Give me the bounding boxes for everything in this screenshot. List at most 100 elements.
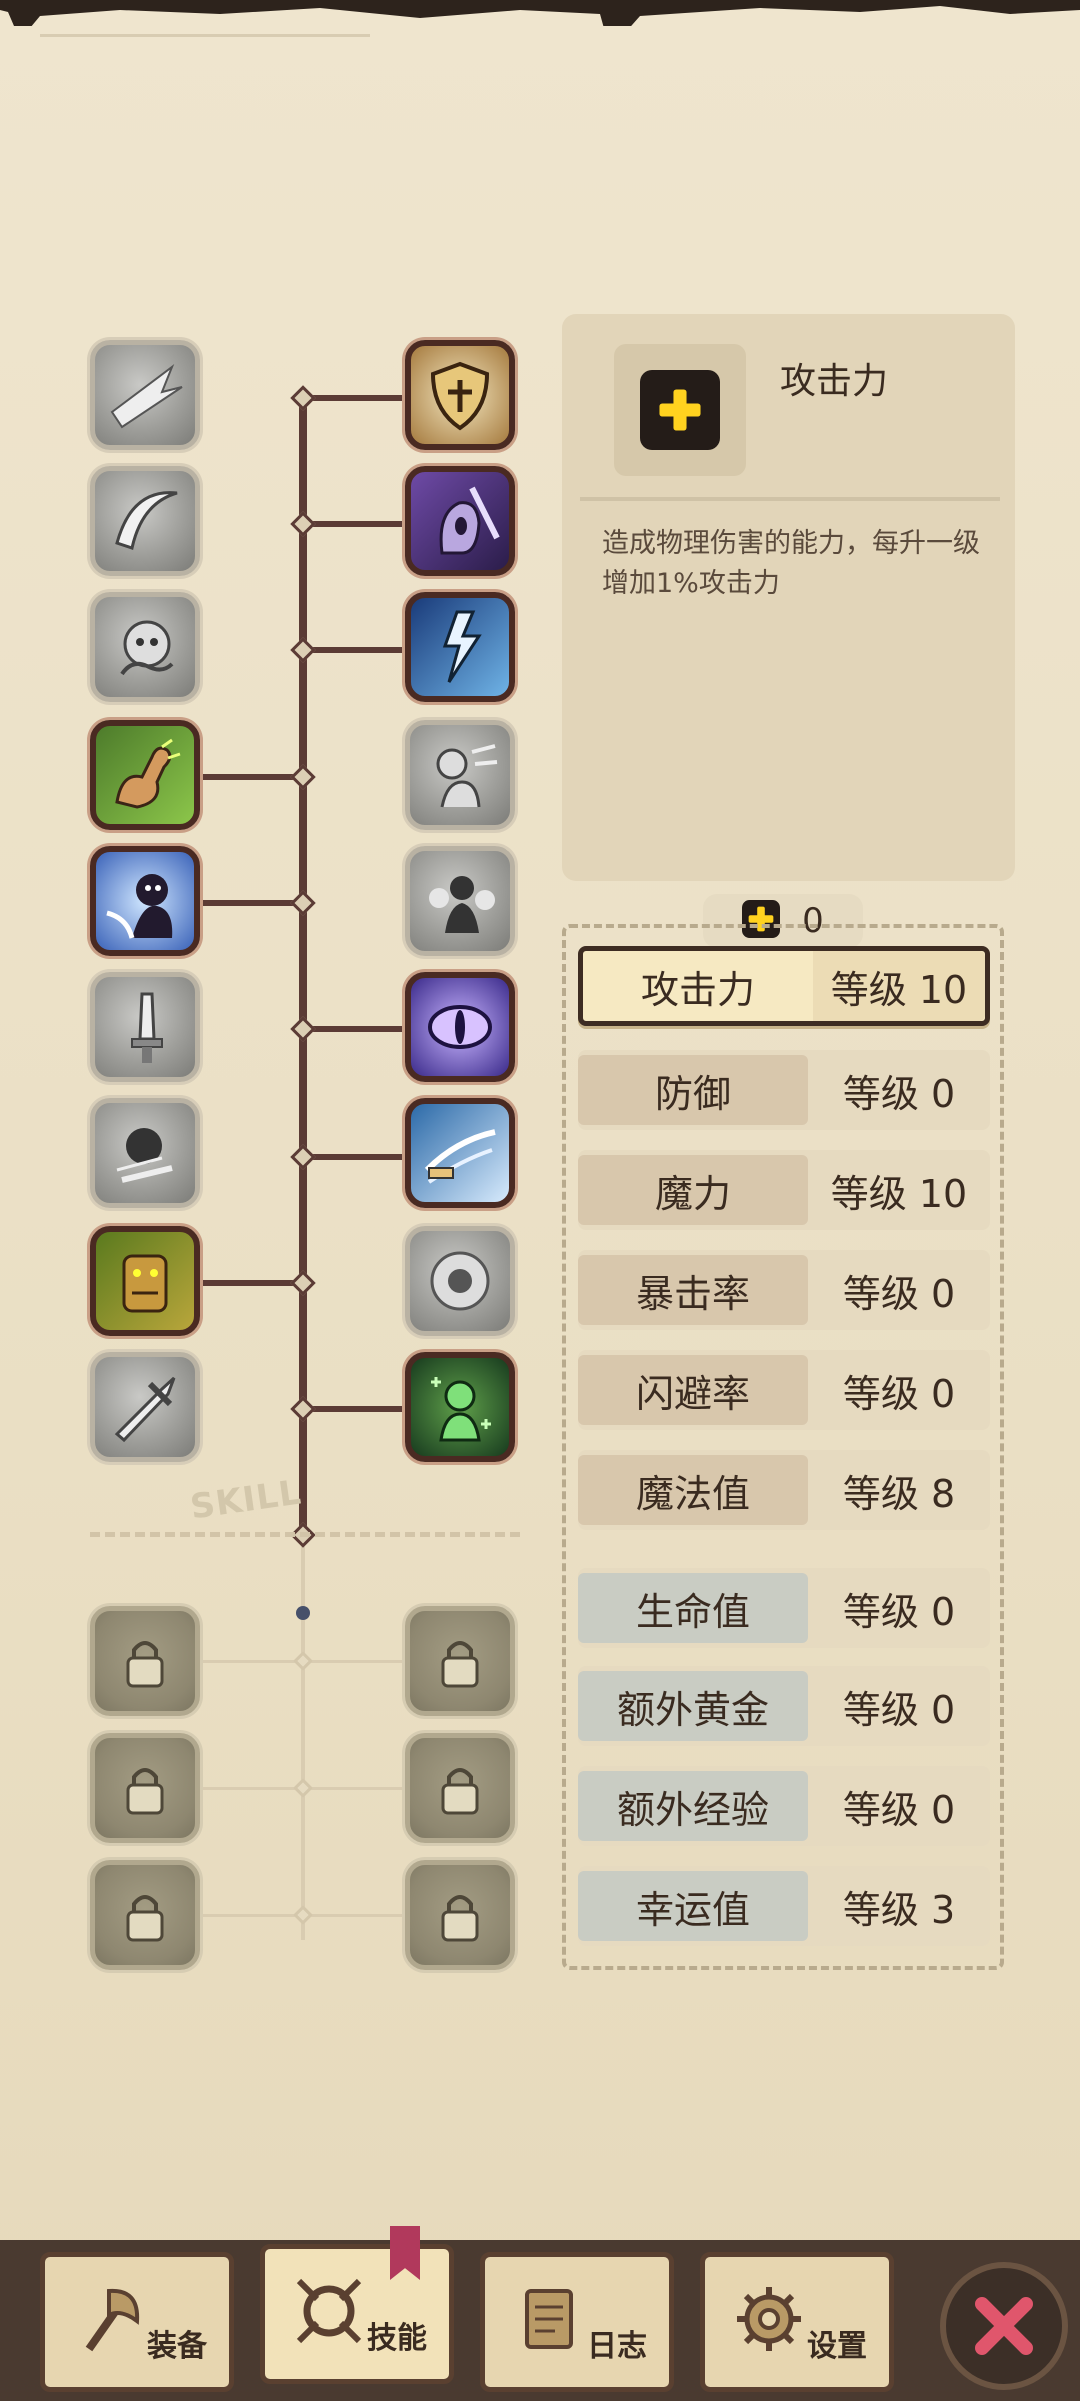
stat-level: 等级 0	[842, 1687, 956, 1732]
skill-sword[interactable]	[90, 1352, 200, 1462]
stat-row-dodge[interactable]: 闪避率 等级 0	[578, 1350, 990, 1430]
stat-name: 额外经验	[578, 1771, 808, 1841]
stat-row-defense[interactable]: 防御 等级 0	[578, 1050, 990, 1130]
skill-strength[interactable]	[90, 720, 200, 830]
slash-icon	[110, 364, 183, 429]
skill-locked[interactable]	[405, 1733, 515, 1843]
skill-emblem-icon	[296, 2278, 362, 2344]
skill-healing[interactable]	[405, 1352, 515, 1462]
stat-level: 等级 3	[842, 1887, 956, 1932]
skill-shadow[interactable]	[90, 846, 200, 956]
running-figure-icon	[116, 1128, 173, 1183]
skill-locked[interactable]	[90, 1606, 200, 1716]
skill-golem[interactable]	[90, 1226, 200, 1336]
stat-level: 等级 0	[842, 1787, 956, 1832]
stat-row-luck[interactable]: 幸运值 等级 3	[578, 1866, 990, 1946]
info-title: 攻击力	[780, 361, 889, 402]
crescent-icon	[115, 491, 178, 550]
tab-label: 装备	[147, 2329, 207, 2364]
lock-icon	[441, 1768, 479, 1815]
tab-skills[interactable]: 技能	[260, 2244, 454, 2384]
stat-name: 生命值	[578, 1573, 808, 1643]
info-icon-frame	[614, 344, 746, 476]
flexed-arm-icon	[115, 738, 181, 809]
info-description: 造成物理伤害的能力，每升一级增加1%攻击力	[602, 528, 980, 599]
skill-crescent[interactable]	[90, 466, 200, 576]
branch	[200, 774, 303, 780]
skill-lightning[interactable]	[405, 592, 515, 702]
stat-level: 等级 10	[813, 951, 985, 1021]
screaming-figure-icon	[439, 486, 500, 555]
skill-dash[interactable]	[90, 1098, 200, 1208]
shadow-figure-icon	[106, 874, 173, 939]
skill-stab[interactable]	[90, 972, 200, 1082]
stat-level: 等级 0	[842, 1071, 956, 1116]
plus-icon	[640, 370, 720, 450]
stat-row-extra-gold[interactable]: 额外黄金 等级 0	[578, 1666, 990, 1746]
lock-icon	[126, 1768, 164, 1815]
stat-row-extra-exp[interactable]: 额外经验 等级 0	[578, 1766, 990, 1846]
skill-whirlwind[interactable]	[405, 1098, 515, 1208]
tab-equipment[interactable]: 装备	[40, 2252, 234, 2392]
skill-slash[interactable]	[90, 340, 200, 450]
branch	[303, 1154, 403, 1160]
gear-icon	[737, 2287, 801, 2351]
top-divider	[40, 34, 370, 37]
spirit-icon	[120, 620, 174, 676]
close-icon	[975, 2297, 1033, 2355]
skill-evil-eye[interactable]	[405, 972, 515, 1082]
skill-tree-trunk	[299, 390, 307, 1535]
skill-tree-trunk-locked	[301, 1540, 305, 1940]
tab-settings[interactable]: 设置	[700, 2252, 894, 2392]
skill-smoke[interactable]	[405, 846, 515, 956]
tab-label: 技能	[367, 2321, 427, 2356]
stat-level: 等级 0	[842, 1371, 956, 1416]
axe-icon	[85, 2288, 140, 2352]
skill-scream[interactable]	[405, 466, 515, 576]
stat-row-magic[interactable]: 魔力 等级 10	[578, 1150, 990, 1230]
branch	[303, 1026, 403, 1032]
skill-locked[interactable]	[405, 1606, 515, 1716]
lock-icon	[126, 1641, 164, 1688]
branch	[200, 1280, 303, 1286]
stat-row-crit[interactable]: 暴击率 等级 0	[578, 1250, 990, 1330]
scroll-icon	[525, 2289, 573, 2349]
stat-level: 等级 10	[830, 1171, 968, 1216]
skill-holy-shield[interactable]	[405, 340, 515, 450]
branch	[303, 395, 403, 401]
stat-row-attack[interactable]: 攻击力 等级 10	[578, 946, 990, 1026]
stat-row-mana[interactable]: 魔法值 等级 8	[578, 1450, 990, 1530]
section-divider	[90, 1532, 520, 1537]
sword-icon	[114, 1376, 176, 1443]
smoke-figure-icon	[429, 876, 495, 933]
stat-level: 等级 0	[842, 1271, 956, 1316]
stat-name: 暴击率	[578, 1255, 808, 1325]
stat-level: 等级 0	[842, 1589, 956, 1634]
skill-tree-trunk-end	[296, 1606, 310, 1620]
branch	[303, 521, 403, 527]
skill-vortex[interactable]	[405, 1226, 515, 1336]
stat-name: 幸运值	[578, 1871, 808, 1941]
lightning-icon	[442, 610, 482, 683]
branch	[303, 647, 403, 653]
lock-icon	[441, 1641, 479, 1688]
skill-spirit[interactable]	[90, 592, 200, 702]
skill-info-panel: 攻击力 造成物理伤害的能力，每升一级增加1%攻击力	[562, 314, 1015, 881]
stat-name: 魔法值	[578, 1455, 808, 1525]
eye-icon	[428, 1005, 492, 1049]
stat-name: 额外黄金	[578, 1671, 808, 1741]
skill-locked[interactable]	[90, 1733, 200, 1843]
close-button[interactable]	[940, 2262, 1068, 2390]
stat-row-health[interactable]: 生命值 等级 0	[578, 1568, 990, 1648]
branch	[303, 1406, 403, 1412]
healing-figure-icon	[431, 1377, 491, 1442]
tab-log[interactable]: 日志	[480, 2252, 674, 2392]
skill-locked[interactable]	[90, 1860, 200, 1970]
lock-icon	[126, 1895, 164, 1942]
stat-name: 攻击力	[640, 967, 755, 1012]
skill-locked[interactable]	[405, 1860, 515, 1970]
vortex-icon	[430, 1251, 490, 1311]
tab-label: 日志	[587, 2329, 647, 2364]
tab-label: 设置	[807, 2329, 867, 2364]
skill-charge[interactable]	[405, 720, 515, 830]
